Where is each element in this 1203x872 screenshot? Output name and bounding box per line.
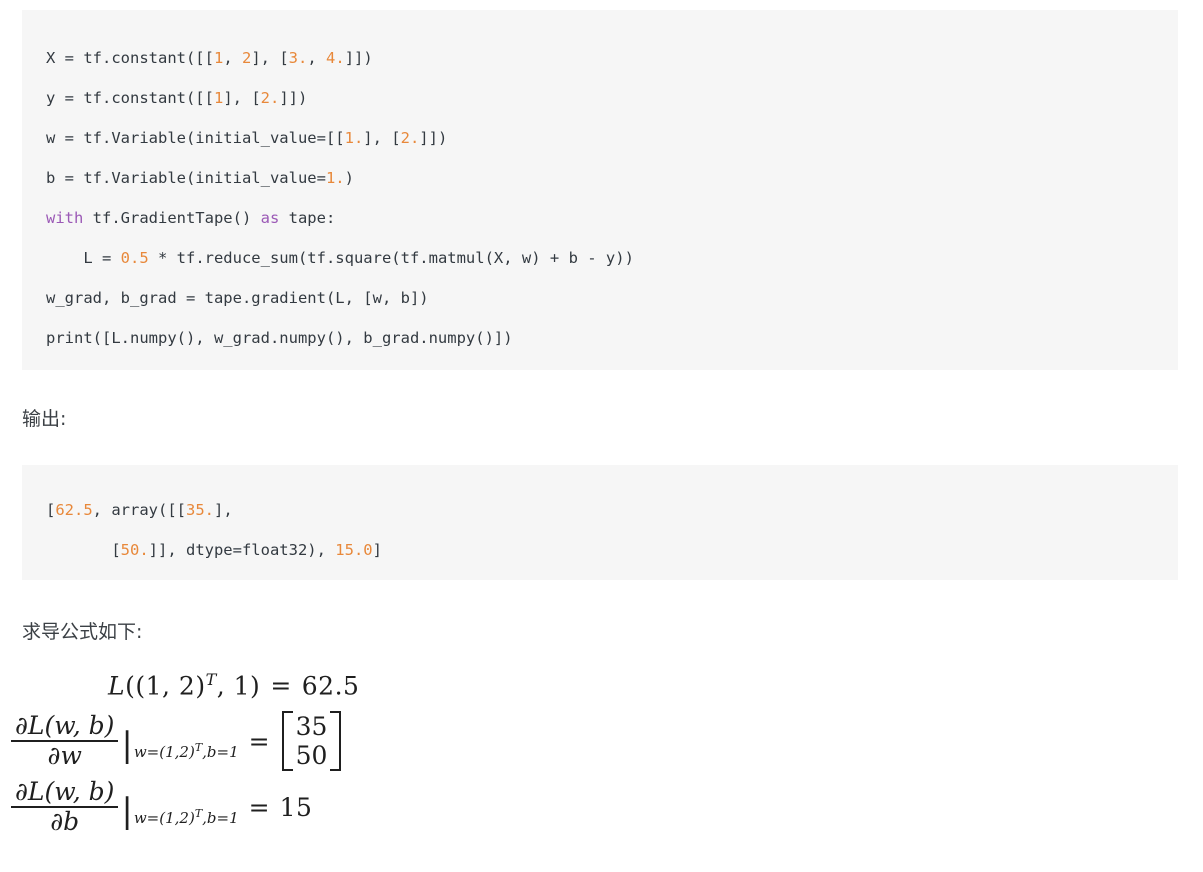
evaluation-condition-b: w=(1,2)T,b=1 xyxy=(134,807,239,827)
fraction-numerator: ∂L(w, b) xyxy=(15,776,115,806)
equals-sign: = xyxy=(248,792,270,822)
code-token-plain: [ xyxy=(46,541,121,559)
formula-gradient-b: ∂L(w, b) ∂b | w=(1,2)T,b=1 = 15 xyxy=(0,774,1203,840)
code-line: w_grad, b_grad = tape.gradient(L, [w, b]… xyxy=(22,278,1178,318)
loss-value: 62.5 xyxy=(301,671,360,701)
matrix-right-bracket xyxy=(330,711,342,771)
fraction-denominator: ∂b xyxy=(50,806,80,836)
code-token-plain: ) xyxy=(344,169,354,187)
code-token-plain: , array([[ xyxy=(92,501,186,519)
code-token-kw: with xyxy=(46,209,84,227)
code-token-num: 1. xyxy=(325,169,345,187)
code-line: with tf.GradientTape() as tape: xyxy=(22,198,1178,238)
code-token-plain: b = tf.Variable(initial_value= xyxy=(46,169,326,187)
code-token-num: 1 xyxy=(213,49,224,67)
python-code-block: X = tf.constant([[1, 2], [3., 4.]]) y = … xyxy=(22,10,1178,370)
code-token-num: 15.0 xyxy=(335,541,373,559)
condition-prefix: w=(1,2) xyxy=(133,809,195,827)
loss-function-symbol: L xyxy=(108,671,126,701)
formula-group: L((1, 2)T, 1) = 62.5 ∂L(w, b) ∂w | w=(1,2)… xyxy=(0,662,1203,840)
code-token-plain: [ xyxy=(46,501,56,519)
code-token-num: 3. xyxy=(288,49,308,67)
matrix-left-bracket xyxy=(281,711,293,771)
code-token-plain: ], [ xyxy=(363,129,401,147)
loss-args-tail: , 1) xyxy=(216,671,261,701)
evaluation-condition-w: w=(1,2)T,b=1 xyxy=(134,741,239,761)
condition-prefix: w=(1,2) xyxy=(133,743,195,761)
matrix-cell: 35 xyxy=(295,712,328,741)
partial-derivative-fraction-w: ∂L(w, b) ∂w xyxy=(11,710,119,770)
output-line: [62.5, array([[35.], xyxy=(22,490,1178,530)
loss-expression: L((1, 2)T, 1) = 62.5 xyxy=(108,670,359,700)
code-token-num: 2 xyxy=(242,49,252,67)
code-line: y = tf.constant([[1], [2.]]) xyxy=(22,78,1178,118)
output-label: 输出: xyxy=(22,408,67,430)
gradient-b-value: 15 xyxy=(279,792,313,822)
code-token-num: 4. xyxy=(326,49,345,67)
code-token-plain: * tf.reduce_sum(tf.square(tf.matmul(X, w… xyxy=(148,249,634,267)
condition-suffix: ,b=1 xyxy=(202,809,239,827)
partial-derivative-fraction-b: ∂L(w, b) ∂b xyxy=(11,776,119,836)
formula-label: 求导公式如下: xyxy=(22,621,143,643)
code-token-plain: ], [ xyxy=(223,89,261,107)
evaluation-bar-icon: | xyxy=(121,790,133,831)
code-token-plain: , xyxy=(223,49,242,67)
code-token-plain: X = tf.constant([[ xyxy=(46,49,214,67)
formula-loss-value: L((1, 2)T, 1) = 62.5 xyxy=(0,662,1203,708)
code-token-plain: ]]) xyxy=(344,49,373,67)
code-line: w = tf.Variable(initial_value=[[1.], [2.… xyxy=(22,118,1178,158)
code-token-kw: as xyxy=(260,209,280,227)
code-token-plain: ] xyxy=(372,541,382,559)
result-matrix-w: 35 50 xyxy=(281,711,342,771)
code-line: L = 0.5 * tf.reduce_sum(tf.square(tf.mat… xyxy=(22,238,1178,278)
code-token-num: 62.5 xyxy=(55,501,93,519)
matrix-cells: 35 50 xyxy=(293,711,331,771)
code-token-plain: ]]) xyxy=(419,129,448,147)
code-token-plain: tf.GradientTape() xyxy=(83,209,261,227)
code-token-plain: ], xyxy=(214,501,233,519)
code-line: b = tf.Variable(initial_value=1.) xyxy=(22,158,1178,198)
code-token-plain: w = tf.Variable(initial_value=[[ xyxy=(46,129,345,147)
output-code-block: [62.5, array([[35.], [50.]], dtype=float… xyxy=(22,465,1178,580)
equals-sign: = xyxy=(248,726,270,756)
condition-suffix: ,b=1 xyxy=(202,743,239,761)
document-page: X = tf.constant([[1, 2], [3., 4.]]) y = … xyxy=(0,0,1203,872)
code-token-num: 50. xyxy=(120,541,149,559)
transpose-superscript: T xyxy=(205,669,217,689)
evaluation-bar-icon: | xyxy=(121,724,133,765)
code-token-plain: ]], dtype=float32), xyxy=(148,541,336,559)
output-line: [50.]], dtype=float32), 15.0] xyxy=(22,530,1178,570)
code-token-plain: tape: xyxy=(279,209,336,227)
code-token-plain: L = xyxy=(46,249,121,267)
code-token-num: 2. xyxy=(260,89,280,107)
code-line: X = tf.constant([[1, 2], [3., 4.]]) xyxy=(22,38,1178,78)
code-token-plain: w_grad, b_grad = tape.gradient(L, [w, b]… xyxy=(46,289,429,307)
code-token-num: 1 xyxy=(213,89,224,107)
code-token-plain: print([L.numpy(), w_grad.numpy(), b_grad… xyxy=(46,329,513,347)
code-token-plain: ]]) xyxy=(279,89,308,107)
code-token-num: 2. xyxy=(400,129,420,147)
fraction-numerator: ∂L(w, b) xyxy=(15,710,115,740)
loss-args-head: ((1, 2) xyxy=(125,671,206,701)
code-token-plain: , xyxy=(307,49,327,67)
code-line: print([L.numpy(), w_grad.numpy(), b_grad… xyxy=(22,318,1178,358)
code-token-num: 1. xyxy=(344,129,364,147)
equals-sign: = xyxy=(270,671,292,701)
code-token-num: 0.5 xyxy=(120,249,149,267)
matrix-cell: 50 xyxy=(295,741,328,770)
code-token-num: 35. xyxy=(186,501,214,519)
code-token-plain: y = tf.constant([[ xyxy=(46,89,214,107)
formula-gradient-w: ∂L(w, b) ∂w | w=(1,2)T,b=1 = 35 50 xyxy=(0,708,1203,774)
fraction-denominator: ∂w xyxy=(47,740,82,770)
code-token-plain: ], [ xyxy=(251,49,289,67)
